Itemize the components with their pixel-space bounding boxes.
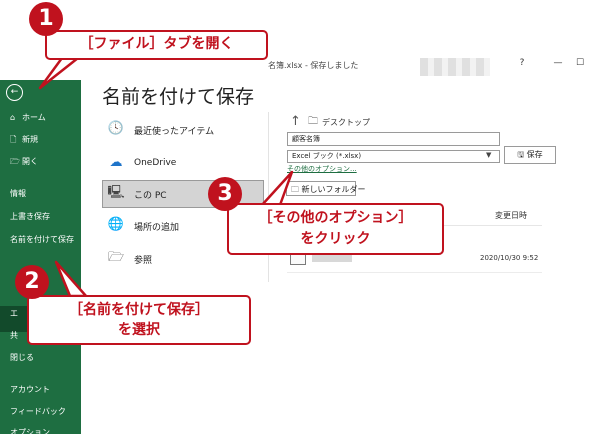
callout-3-number: 3 [208, 177, 242, 211]
callout-2-line2: を選択 [118, 322, 160, 338]
callout-1-arrow [38, 56, 80, 90]
callout-2: ［名前を付けて保存］ を選択 [27, 295, 251, 345]
callout-1: ［ファイル］タブを開く [45, 30, 268, 60]
callout-3: ［その他のオプション］ をクリック [227, 203, 444, 255]
callout-1-number: 1 [29, 2, 63, 36]
callout-3-line2: をクリック [300, 231, 371, 247]
callout-2-arrow [54, 260, 88, 298]
callout-2-number: 2 [15, 265, 49, 299]
callout-3-line1: ［その他のオプション］ [258, 210, 413, 226]
callout-3-arrow [260, 170, 294, 207]
callout-2-line1: ［名前を付けて保存］ [69, 302, 209, 318]
